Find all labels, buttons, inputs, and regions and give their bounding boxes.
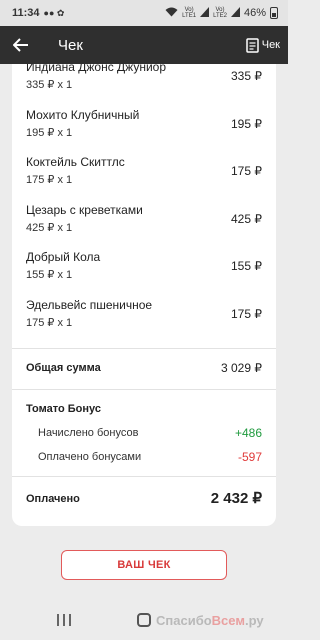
bonus-accrued-label: Начислено бонусов [38, 427, 139, 439]
watermark: СпасибоВсем.ру [156, 613, 264, 628]
list-item: Эдельвейс пшеничное 175 ₽ x 1 175 ₽ [26, 298, 262, 338]
signal-1-label: Vo) LTE1 [182, 7, 197, 19]
status-bar: 11:34 ●● ✿ Vo) LTE1 Vo) LTE2 46% [0, 0, 288, 26]
wifi-icon [165, 7, 178, 20]
recents-icon[interactable] [57, 614, 71, 626]
page-title: Чек [58, 36, 83, 54]
receipt-button-label: Чек [261, 39, 280, 51]
divider [12, 348, 276, 349]
item-price: 425 ₽ [231, 212, 262, 226]
item-price: 175 ₽ [231, 307, 262, 321]
paid-value: 2 432 ₽ [210, 490, 262, 507]
list-item: Добрый Кола 155 ₽ x 1 155 ₽ [26, 250, 262, 290]
battery-icon [270, 7, 278, 19]
signal-2-icon [230, 6, 240, 20]
bonus-accrued-value: +486 [234, 426, 262, 440]
item-price: 195 ₽ [231, 117, 262, 131]
status-right: Vo) LTE1 Vo) LTE2 46% [165, 6, 278, 20]
list-item: Индиана Джонс Джуниор 335 ₽ x 1 335 ₽ [26, 64, 262, 100]
list-item: Цезарь с креветками 425 ₽ x 1 425 ₽ [26, 203, 262, 243]
status-time: 11:34 [12, 7, 40, 19]
receipt-button[interactable]: Чек [245, 37, 280, 53]
item-quantity: 195 ₽ x 1 [26, 127, 73, 139]
item-quantity: 425 ₽ x 1 [26, 222, 73, 234]
system-nav-bar: СпасибоВсем.ру [0, 604, 288, 640]
your-receipt-button[interactable]: ВАШ ЧЕК [61, 550, 227, 580]
item-price: 175 ₽ [231, 164, 262, 178]
home-icon[interactable] [137, 613, 151, 627]
item-name: Индиана Джонс Джуниор [26, 64, 167, 74]
item-price: 155 ₽ [231, 259, 262, 273]
item-price: 335 ₽ [231, 69, 262, 83]
list-item: Коктейль Скиттлс 175 ₽ x 1 175 ₽ [26, 155, 262, 195]
item-name: Цезарь с креветками [26, 203, 143, 217]
item-name: Эдельвейс пшеничное [26, 298, 153, 312]
total-label: Общая сумма [26, 362, 101, 374]
list-item: Мохито Клубничный 195 ₽ x 1 195 ₽ [26, 108, 262, 148]
total-value: 3 029 ₽ [221, 361, 262, 375]
paid-label: Оплачено [26, 493, 80, 505]
item-quantity: 175 ₽ x 1 [26, 174, 73, 186]
item-quantity: 175 ₽ x 1 [26, 317, 73, 329]
arrow-back-icon [13, 38, 28, 52]
receipt-card: Индиана Джонс Джуниор 335 ₽ x 1 335 ₽ Мо… [12, 64, 276, 526]
item-quantity: 155 ₽ x 1 [26, 269, 73, 281]
bonus-paid-value: -597 [237, 450, 262, 464]
notification-icons: ●● ✿ [43, 7, 65, 18]
signal-1-icon [200, 6, 210, 20]
item-name: Добрый Кола [26, 250, 101, 264]
battery-percent: 46% [243, 7, 266, 19]
watermark-part-3: .ру [244, 613, 264, 628]
bonus-paid-label: Оплачено бонусами [38, 451, 142, 463]
divider [12, 389, 276, 390]
watermark-part-2: Всем [211, 613, 245, 628]
back-button[interactable] [0, 26, 42, 64]
item-name: Коктейль Скиттлс [26, 155, 125, 169]
signal-2-label: Vo) LTE2 [213, 7, 227, 19]
item-name: Мохито Клубничный [26, 108, 140, 122]
bonus-title: Томато Бонус [26, 403, 101, 415]
watermark-part-1: Спасибо [156, 613, 212, 628]
divider [12, 476, 276, 477]
receipt-icon [245, 37, 259, 53]
item-quantity: 335 ₽ x 1 [26, 79, 73, 91]
app-bar: Чек Чек [0, 26, 288, 64]
